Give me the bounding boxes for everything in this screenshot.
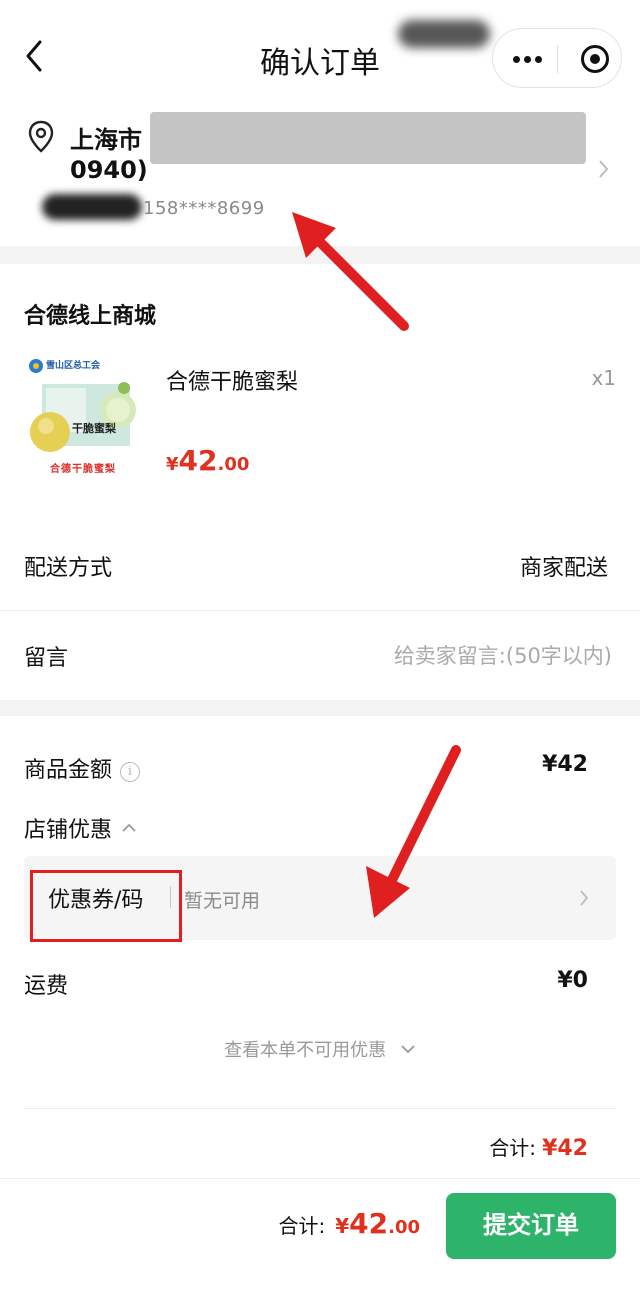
submit-order-button[interactable]: 提交订单: [446, 1193, 616, 1259]
address-card[interactable]: 上海市 0940) 158****8699: [0, 100, 640, 246]
section-gap: [0, 700, 640, 716]
message-row[interactable]: 留言 给卖家留言:(50字以内): [0, 612, 640, 700]
price-symbol: ¥: [166, 454, 179, 475]
coupon-status: 暂无可用: [184, 890, 261, 912]
price-decimal: .00: [388, 1217, 420, 1238]
product-image[interactable]: 雪山区总工会 干脆蜜梨 合德干脆蜜梨: [24, 356, 144, 478]
more-icon[interactable]: [513, 56, 543, 63]
section-gap: [0, 246, 640, 264]
location-pin-icon: [28, 120, 54, 154]
capsule-divider: [557, 45, 558, 73]
message-input[interactable]: 给卖家留言:(50字以内): [394, 640, 612, 670]
close-miniprogram-icon[interactable]: [581, 45, 609, 73]
price-integer: 42: [349, 1207, 389, 1240]
recipient-phone: 158****8699: [143, 198, 265, 219]
goods-amount-text: 商品金额: [24, 758, 113, 783]
freight-value: ¥0: [557, 968, 588, 993]
nav-bar: 确认订单: [0, 0, 640, 100]
freight-label: 运费: [24, 974, 69, 999]
message-label: 留言: [24, 646, 69, 671]
mini-program-capsule: [492, 28, 622, 88]
address-postal-code: 0940): [70, 156, 148, 184]
product-image-header: 雪山区总工会: [46, 361, 101, 371]
shop-name: 合德线上商城: [24, 304, 157, 329]
shop-discount-label: 店铺优惠: [24, 818, 113, 843]
bottom-bar: 合计: ¥42.00 提交订单: [0, 1178, 640, 1315]
summary-total: 合计: ¥42: [489, 1132, 588, 1161]
product-price: ¥42.00: [166, 444, 249, 477]
chevron-right-icon: [596, 158, 610, 180]
bottom-total: 合计: ¥42.00: [278, 1207, 420, 1240]
bottom-total-label: 合计:: [278, 1214, 326, 1238]
delivery-value: 商家配送: [519, 556, 608, 581]
delivery-row[interactable]: 配送方式 商家配送: [0, 522, 640, 610]
view-unavailable-discounts[interactable]: 查看本单不可用优惠: [0, 1036, 640, 1062]
info-icon[interactable]: i: [120, 762, 141, 782]
summary-total-label: 合计:: [489, 1136, 537, 1160]
goods-amount-value: ¥42: [542, 752, 588, 777]
price-decimal: .00: [217, 454, 250, 475]
product-title[interactable]: 合德干脆蜜梨: [166, 364, 298, 396]
shop-section: 合德线上商城 雪山区总工会 干脆蜜梨 合德干脆蜜梨 合德干脆蜜梨 x1 ¥42.…: [0, 264, 640, 700]
bottom-total-amount: ¥42.00: [335, 1207, 420, 1240]
product-image-caption: 合德干脆蜜梨: [50, 464, 116, 475]
order-summary: 商品金额 i ¥42 店铺优惠 优惠券/码 暂无可用 运费 ¥0 查看本单不可用优…: [0, 716, 640, 1176]
product-quantity: x1: [591, 366, 616, 390]
address-city: 上海市: [70, 126, 142, 154]
address-redacted: [150, 112, 586, 164]
product-image-tag: 干脆蜜梨: [72, 422, 116, 435]
shop-discount-toggle[interactable]: 店铺优惠: [24, 812, 137, 844]
delivery-label: 配送方式: [24, 556, 113, 581]
goods-amount-label: 商品金额 i: [24, 752, 141, 784]
recipient-name-redacted: [42, 194, 142, 220]
chevron-up-icon: [122, 823, 136, 832]
price-integer: 42: [178, 444, 218, 477]
price-symbol: ¥: [335, 1214, 350, 1238]
divider: [24, 1108, 616, 1109]
divider: [0, 610, 640, 611]
chevron-down-icon: [401, 1045, 415, 1054]
unavailable-text: 查看本单不可用优惠: [224, 1040, 387, 1061]
redaction-blur: [398, 20, 490, 48]
chevron-right-icon: [578, 888, 590, 908]
summary-total-value: ¥42: [542, 1136, 588, 1161]
annotation-highlight-box: [30, 870, 182, 942]
